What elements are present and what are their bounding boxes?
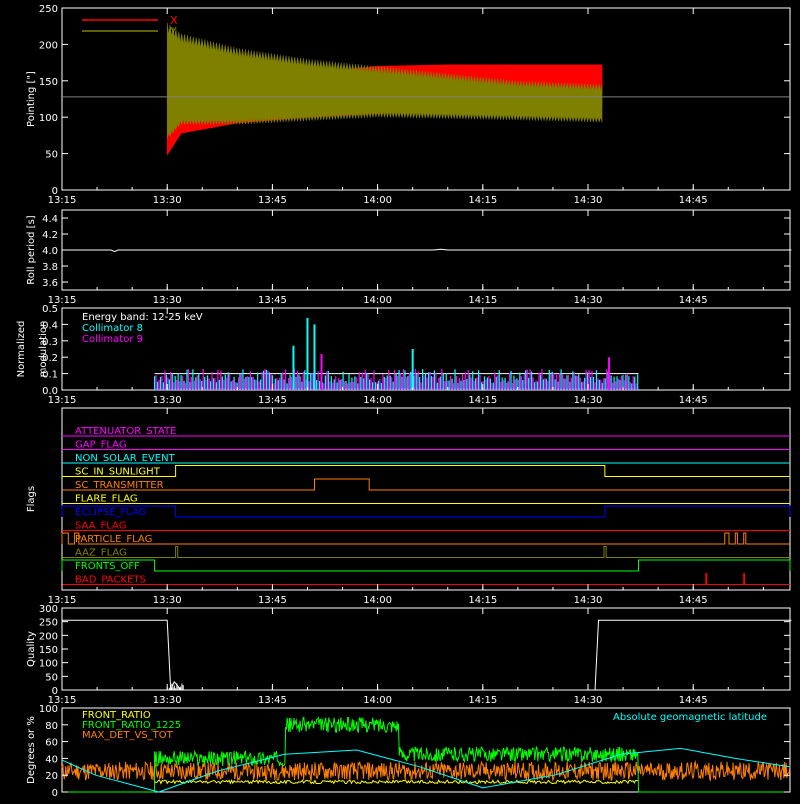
- y-axis-label-group-4: Flags: [26, 486, 37, 512]
- x-tick-label-5-2: 13:45: [258, 695, 287, 706]
- x-tick-label-3-4: 14:15: [468, 395, 497, 406]
- y-tick-label-2-4: 4.4: [42, 214, 58, 225]
- flag-label-attenuator_state: ATTENUATOR_STATE: [75, 426, 176, 437]
- x-tick-label-4-3: 14:00: [363, 595, 392, 606]
- x-tick-label-5-4: 14:15: [468, 695, 497, 706]
- flag-label-gap_flag: GAP_FLAG: [75, 440, 127, 451]
- y-tick-label-6-5: 100: [39, 704, 58, 715]
- flag-label-fronts_off: FRONTS_OFF: [75, 561, 140, 572]
- y-axis-label-1: Pointing ["]: [26, 71, 37, 127]
- modulation-legend-0: Energy band: 12-25 keV: [82, 312, 203, 323]
- y-tick-label-1-5: 250: [39, 4, 58, 15]
- flag-label-particle_flag: PARTICLE_FLAG: [75, 534, 152, 545]
- x-tick-label-2-5: 14:30: [574, 295, 603, 306]
- flag-line-bad_packets: [62, 573, 790, 585]
- flag-line-fronts_off: [61, 559, 791, 572]
- y-tick-label-6-1: 20: [45, 771, 58, 782]
- y-axis-label-6: Degrees or %: [26, 716, 37, 784]
- y-tick-label-5-3: 150: [39, 645, 58, 656]
- x-tick-label-1-3: 14:00: [363, 195, 392, 206]
- x-tick-label-1-0: 13:15: [48, 195, 77, 206]
- y-tick-label-6-0: 0: [52, 788, 58, 799]
- x-tick-label-3-6: 14:45: [679, 395, 708, 406]
- x-tick-label-2-3: 14:00: [363, 295, 392, 306]
- y-axis-label-group-6: Degrees or %: [26, 716, 37, 784]
- flag-label-bad_packets: BAD_PACKETS: [75, 575, 146, 586]
- y-axis-label-group-3: Normalized modulation: [16, 321, 49, 378]
- degrees-legend-3: Absolute geomagnetic latitude: [613, 712, 767, 723]
- y-axis-label-group-1: Pointing ["]: [26, 71, 37, 127]
- y-tick-label-5-5: 250: [39, 618, 58, 629]
- y-tick-label-6-2: 40: [45, 754, 58, 765]
- flag-label-aaz_flag: AAZ_FLAG: [75, 548, 127, 559]
- multi-panel-chart: 0 50 100 150 200 250 Pointing ["] 13:15 13:30 13:…: [0, 0, 800, 800]
- modulation-legend-1: Collimator 8: [82, 323, 143, 334]
- y-axis-label-4: Flags: [26, 486, 37, 512]
- flag-line-sc_in_sunlight: [62, 465, 790, 477]
- y-tick-label-1-1: 50: [45, 150, 58, 161]
- y-axis-label-group-5: Quality: [26, 631, 37, 667]
- y-tick-label-3-5: 0.5: [42, 304, 58, 315]
- x-tick-label-5-3: 14:00: [363, 695, 392, 706]
- x-tick-label-3-0: 13:15: [48, 395, 77, 406]
- y-tick-label-5-4: 200: [39, 631, 58, 642]
- roll-period-line: [62, 248, 792, 253]
- quality-line: [62, 619, 792, 691]
- y-tick-label-6-3: 60: [45, 738, 58, 749]
- x-tick-label-3-1: 13:30: [153, 395, 182, 406]
- flag-label-sc_transmitter: SC_TRANSMITTER: [75, 480, 164, 491]
- x-tick-label-2-2: 13:45: [258, 295, 287, 306]
- x-tick-label-5-5: 14:30: [574, 695, 603, 706]
- flag-line-eclipse_flag: [61, 505, 791, 518]
- y-tick-label-1-3: 150: [39, 77, 58, 88]
- y-axis-label-2: Roll period [s]: [26, 215, 37, 284]
- legend-label-y: Y: [169, 25, 177, 38]
- modulation-legend-2: Collimator 9: [82, 334, 143, 345]
- y-tick-label-6-4: 80: [45, 721, 58, 732]
- flag-label-sc_in_sunlight: SC_IN_SUNLIGHT: [75, 467, 161, 478]
- flag-label-eclipse_flag: ECLIPSE_FLAG: [75, 507, 146, 518]
- x-tick-label-3-2: 13:45: [258, 395, 287, 406]
- y-tick-label-1-2: 100: [39, 113, 58, 124]
- x-tick-label-3-3: 14:00: [363, 395, 392, 406]
- x-tick-label-2-6: 14:45: [679, 295, 708, 306]
- x-tick-label-4-6: 14:45: [679, 595, 708, 606]
- y-tick-label-5-6: 300: [39, 604, 58, 615]
- x-tick-label-1-2: 13:45: [258, 195, 287, 206]
- y-axis-label-5: Quality: [26, 631, 37, 667]
- x-tick-label-1-5: 14:30: [574, 195, 603, 206]
- y-tick-label-2-2: 4.0: [42, 246, 58, 257]
- x-tick-label-5-1: 13:30: [153, 695, 182, 706]
- flag-line-particle_flag: [61, 532, 790, 545]
- y-tick-label-2-1: 3.8: [42, 262, 58, 273]
- y-tick-label-2-3: 4.2: [42, 230, 58, 241]
- y-axis-label-3-1: modulation: [38, 321, 49, 378]
- x-tick-label-5-6: 14:45: [679, 695, 708, 706]
- y-axis-label-group-2: Roll period [s]: [26, 215, 37, 284]
- x-tick-label-2-4: 14:15: [468, 295, 497, 306]
- y-tick-label-5-1: 50: [45, 672, 58, 683]
- chart-canvas: 0 50 100 150 200 250 Pointing ["] 13:15 13:30 13:…: [16, 4, 792, 799]
- x-tick-label-3-5: 14:30: [574, 395, 603, 406]
- flag-label-flare_flag: FLARE_FLAG: [75, 494, 138, 505]
- y-tick-label-5-2: 100: [39, 659, 58, 670]
- x-tick-label-1-1: 13:30: [153, 195, 182, 206]
- y-tick-label-1-4: 200: [39, 40, 58, 51]
- front-ratio-line: [154, 779, 639, 785]
- x-tick-label-4-4: 14:15: [468, 595, 497, 606]
- x-tick-label-4-5: 14:30: [574, 595, 603, 606]
- flag-label-non_solar_event: NON_SOLAR_EVENT: [75, 453, 176, 464]
- x-tick-label-1-4: 14:15: [468, 195, 497, 206]
- x-tick-label-4-2: 13:45: [258, 595, 287, 606]
- x-tick-label-2-1: 13:30: [153, 295, 182, 306]
- flag-line-aaz_flag: [62, 546, 790, 558]
- flag-label-saa_flag: SAA_FLAG: [75, 521, 126, 532]
- y-tick-label-2-0: 3.6: [42, 278, 58, 289]
- flag-line-sc_transmitter: [62, 478, 790, 491]
- degrees-legend-2: MAX_DET_VS_TOT: [82, 730, 174, 741]
- y-axis-label-3-0: Normalized: [16, 321, 27, 378]
- max-det-vs-tot-line: [61, 759, 791, 783]
- x-tick-label-1-6: 14:45: [679, 195, 708, 206]
- x-tick-label-4-1: 13:30: [153, 595, 182, 606]
